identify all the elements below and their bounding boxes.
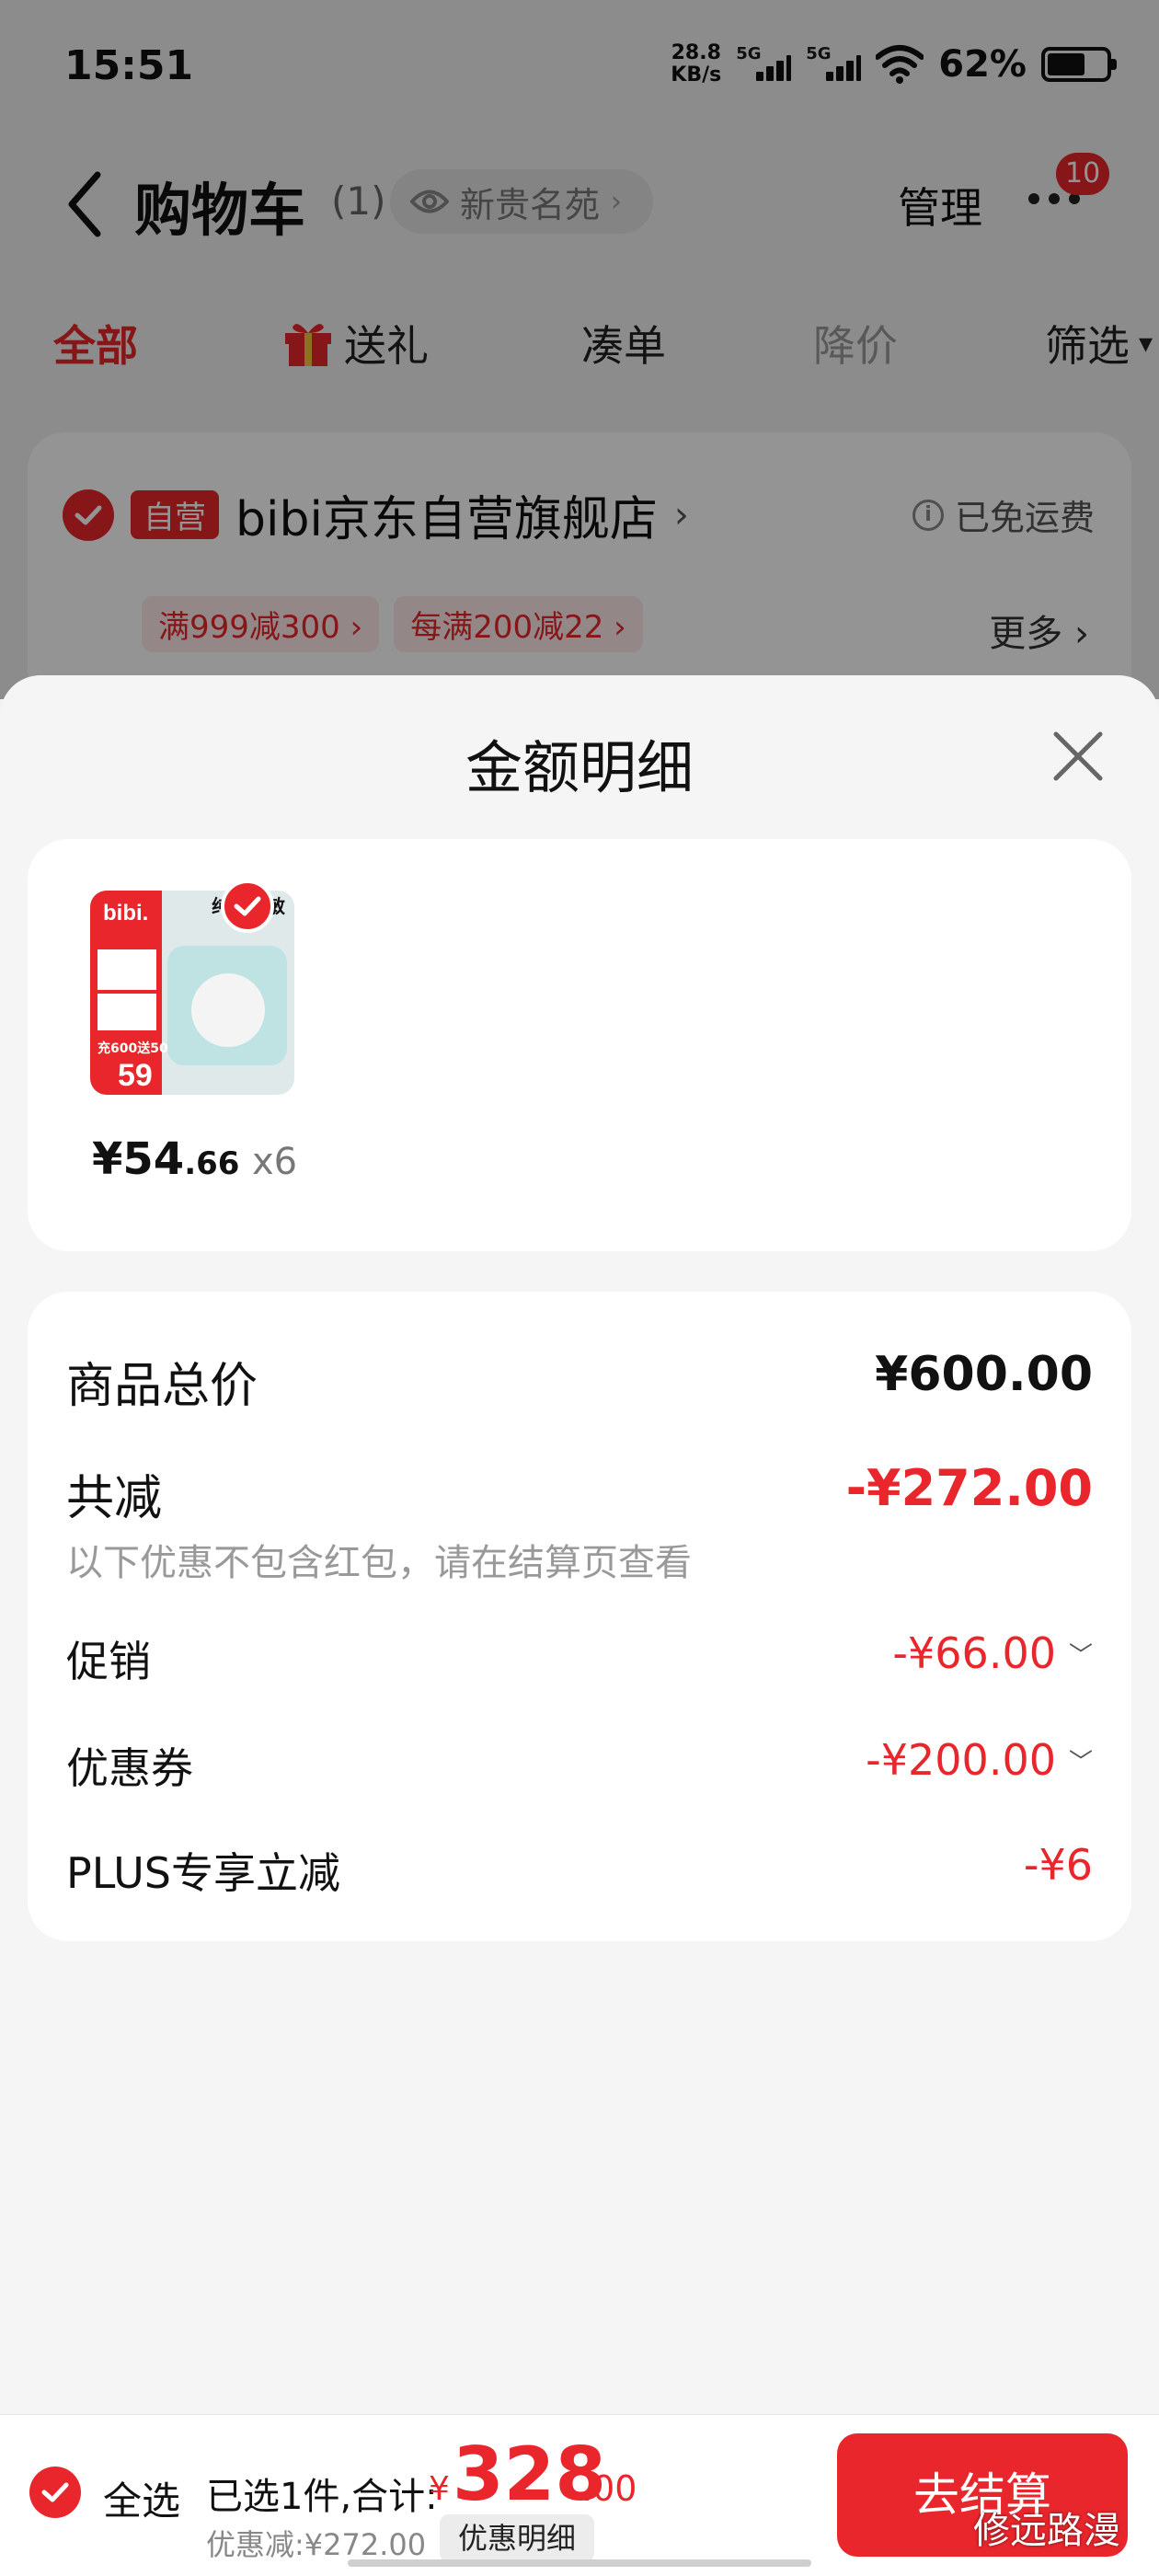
checkmark-icon <box>41 2482 69 2502</box>
coupon-label: 优惠券 <box>66 1743 193 1793</box>
total-price-row: 商品总价 ¥600.00 <box>66 1347 1093 1414</box>
selected-summary-text: 已选1件,合计: <box>206 2476 438 2518</box>
total-price-value: ¥600.00 <box>875 1347 1093 1402</box>
watermark: 修远路漫 <box>973 2510 1120 2552</box>
product-image-brand: bibi. <box>103 901 148 926</box>
promotion-row[interactable]: 促销 -¥66.00 ﹀ <box>66 1628 1093 1686</box>
total-reduction-label: 共减 <box>66 1471 163 1526</box>
promotion-label: 促销 <box>66 1637 151 1686</box>
product-image-price: 59 <box>118 1058 153 1093</box>
modal-overlay[interactable] <box>0 0 1159 699</box>
total-amount-decimal: .00 <box>581 2468 637 2509</box>
product-selected-check[interactable] <box>221 880 274 933</box>
product-quantity: x6 <box>252 1141 298 1183</box>
checkmark-icon <box>234 896 261 916</box>
coupon-value: -¥200.00 <box>866 1735 1056 1785</box>
select-all-label[interactable]: 全选 <box>103 2470 180 2526</box>
chevron-down-icon[interactable]: ﹀ <box>1069 1743 1093 1777</box>
total-currency: ¥ <box>429 2470 450 2508</box>
plus-discount-label: PLUS专享立减 <box>66 1848 340 1898</box>
product-image-offer: 充600送50 <box>98 1041 168 1056</box>
home-indicator[interactable] <box>348 2559 811 2567</box>
promotion-value: -¥66.00 <box>892 1628 1056 1678</box>
total-reduction-row: 共减 -¥272.00 <box>66 1459 1093 1526</box>
total-reduction-value: -¥272.00 <box>845 1459 1093 1517</box>
plus-discount-row: PLUS专享立减 -¥6 <box>66 1840 1093 1898</box>
product-unit-price: ¥54.66 <box>92 1133 240 1185</box>
sheet-title: 金额明细 <box>465 734 694 801</box>
select-all-checkbox[interactable] <box>29 2467 81 2518</box>
close-icon[interactable] <box>1050 729 1106 784</box>
coupon-row[interactable]: 优惠券 -¥200.00 ﹀ <box>66 1735 1093 1793</box>
plus-discount-value: -¥6 <box>1023 1840 1093 1890</box>
chevron-down-icon[interactable]: ﹀ <box>1069 1637 1093 1671</box>
discount-detail-button[interactable]: 优惠明细 <box>440 2514 595 2562</box>
price-detail-sheet: 金额明细 bibi. 纯净护敏 充600送50 59 ¥54.66 x6 <box>0 675 1159 2414</box>
discount-summary: 优惠减:¥272.00 <box>206 2527 427 2562</box>
total-price-label: 商品总价 <box>66 1359 258 1414</box>
reduction-note: 以下优惠不包含红包，请在结算页查看 <box>66 1542 692 1584</box>
product-card: bibi. 纯净护敏 充600送50 59 ¥54.66 x6 <box>28 839 1131 1251</box>
price-summary-card: 商品总价 ¥600.00 共减 -¥272.00 以下优惠不包含红包，请在结算页… <box>28 1292 1131 1941</box>
